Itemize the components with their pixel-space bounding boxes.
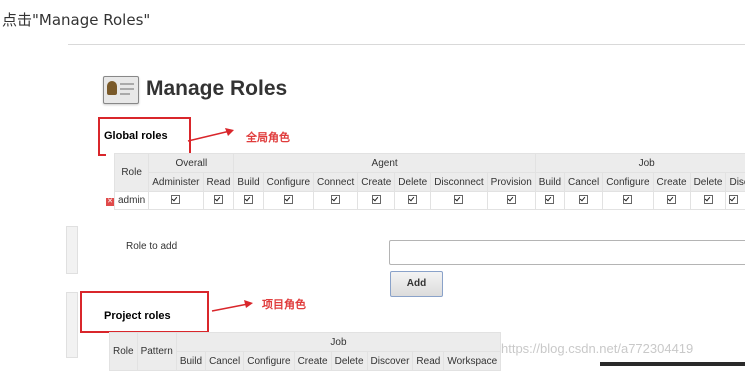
column-header: Read xyxy=(412,351,445,371)
column-header: Disconnect xyxy=(430,172,488,192)
column-header: Administer xyxy=(148,172,204,192)
bottom-bar xyxy=(600,362,745,366)
permission-checkbox[interactable] xyxy=(213,194,223,204)
red-x-icon[interactable]: ✕ xyxy=(106,198,114,206)
permission-checkbox[interactable] xyxy=(729,194,739,204)
sidebar-fragment xyxy=(66,292,78,358)
column-header: Delete xyxy=(394,172,432,192)
group-header-job: Job xyxy=(175,332,502,352)
column-header: Configure xyxy=(262,172,315,192)
role-to-add-label: Role to add xyxy=(126,241,178,252)
column-header: Cancel xyxy=(564,172,604,192)
column-header: Cancel xyxy=(205,351,245,371)
table-row: ✕ admin xyxy=(106,191,745,210)
permission-checkbox[interactable] xyxy=(579,194,589,204)
role-column-header: Role xyxy=(109,332,138,371)
column-header: Workspace xyxy=(443,351,502,371)
column-header: Provision xyxy=(486,172,536,192)
permission-checkbox[interactable] xyxy=(331,194,341,204)
permission-checkbox[interactable] xyxy=(703,194,713,204)
global-roles-annotation: 全局角色 xyxy=(246,131,290,144)
permission-checkbox[interactable] xyxy=(623,194,633,204)
sidebar-fragment xyxy=(66,226,78,274)
column-header: Create xyxy=(357,172,396,192)
project-roles-table: Role Pattern Job Build Cancel Configure … xyxy=(109,332,502,371)
permission-checkbox[interactable] xyxy=(408,194,418,204)
column-header: Build xyxy=(233,172,264,192)
column-header: Create xyxy=(652,172,691,192)
role-to-add-input[interactable] xyxy=(389,240,745,265)
permission-checkbox[interactable] xyxy=(171,194,181,204)
project-roles-annotation: 项目角色 xyxy=(262,298,306,311)
permission-checkbox[interactable] xyxy=(506,194,516,204)
global-roles-title: Global roles xyxy=(104,130,168,142)
group-header-overall: Overall xyxy=(148,153,235,173)
column-header: Disco xyxy=(725,172,745,192)
column-header: Read xyxy=(202,172,235,192)
column-header: Create xyxy=(293,351,332,371)
column-header: Build xyxy=(534,172,566,192)
page-title: Manage Roles xyxy=(146,77,288,100)
column-header: Build xyxy=(175,351,207,371)
role-column-header: Role xyxy=(113,153,150,192)
column-header: Configure xyxy=(602,172,654,192)
permission-checkbox[interactable] xyxy=(371,194,381,204)
pattern-column-header: Pattern xyxy=(136,332,177,371)
column-header: Delete xyxy=(330,351,368,371)
add-button[interactable]: Add xyxy=(390,271,443,297)
project-roles-table-wrap: Role Pattern Job Build Cancel Configure … xyxy=(109,332,502,371)
group-header-job: Job xyxy=(534,153,745,173)
global-roles-table-wrap: Role Overall Agent Job Administer Read B… xyxy=(106,153,745,210)
divider xyxy=(68,44,745,45)
global-roles-table: Role Overall Agent Job Administer Read B… xyxy=(106,153,745,210)
watermark: https://blog.csdn.net/a772304419 xyxy=(501,341,694,356)
permission-checkbox[interactable] xyxy=(667,194,677,204)
column-header: Discover xyxy=(366,351,414,371)
column-header: Connect xyxy=(313,172,359,192)
roles-id-card-icon xyxy=(103,76,139,104)
column-header: Delete xyxy=(689,172,727,192)
permission-checkbox[interactable] xyxy=(454,194,464,204)
permission-checkbox[interactable] xyxy=(545,194,555,204)
group-header-agent: Agent xyxy=(233,153,536,173)
column-header: Configure xyxy=(243,351,295,371)
permission-checkbox[interactable] xyxy=(244,194,254,204)
role-name: admin xyxy=(113,191,150,210)
permission-checkbox[interactable] xyxy=(283,194,293,204)
annotation-arrow xyxy=(211,300,253,312)
annotation-arrow xyxy=(187,128,234,142)
caption: 点击"Manage Roles" xyxy=(2,11,151,29)
project-roles-title: Project roles xyxy=(104,310,171,322)
